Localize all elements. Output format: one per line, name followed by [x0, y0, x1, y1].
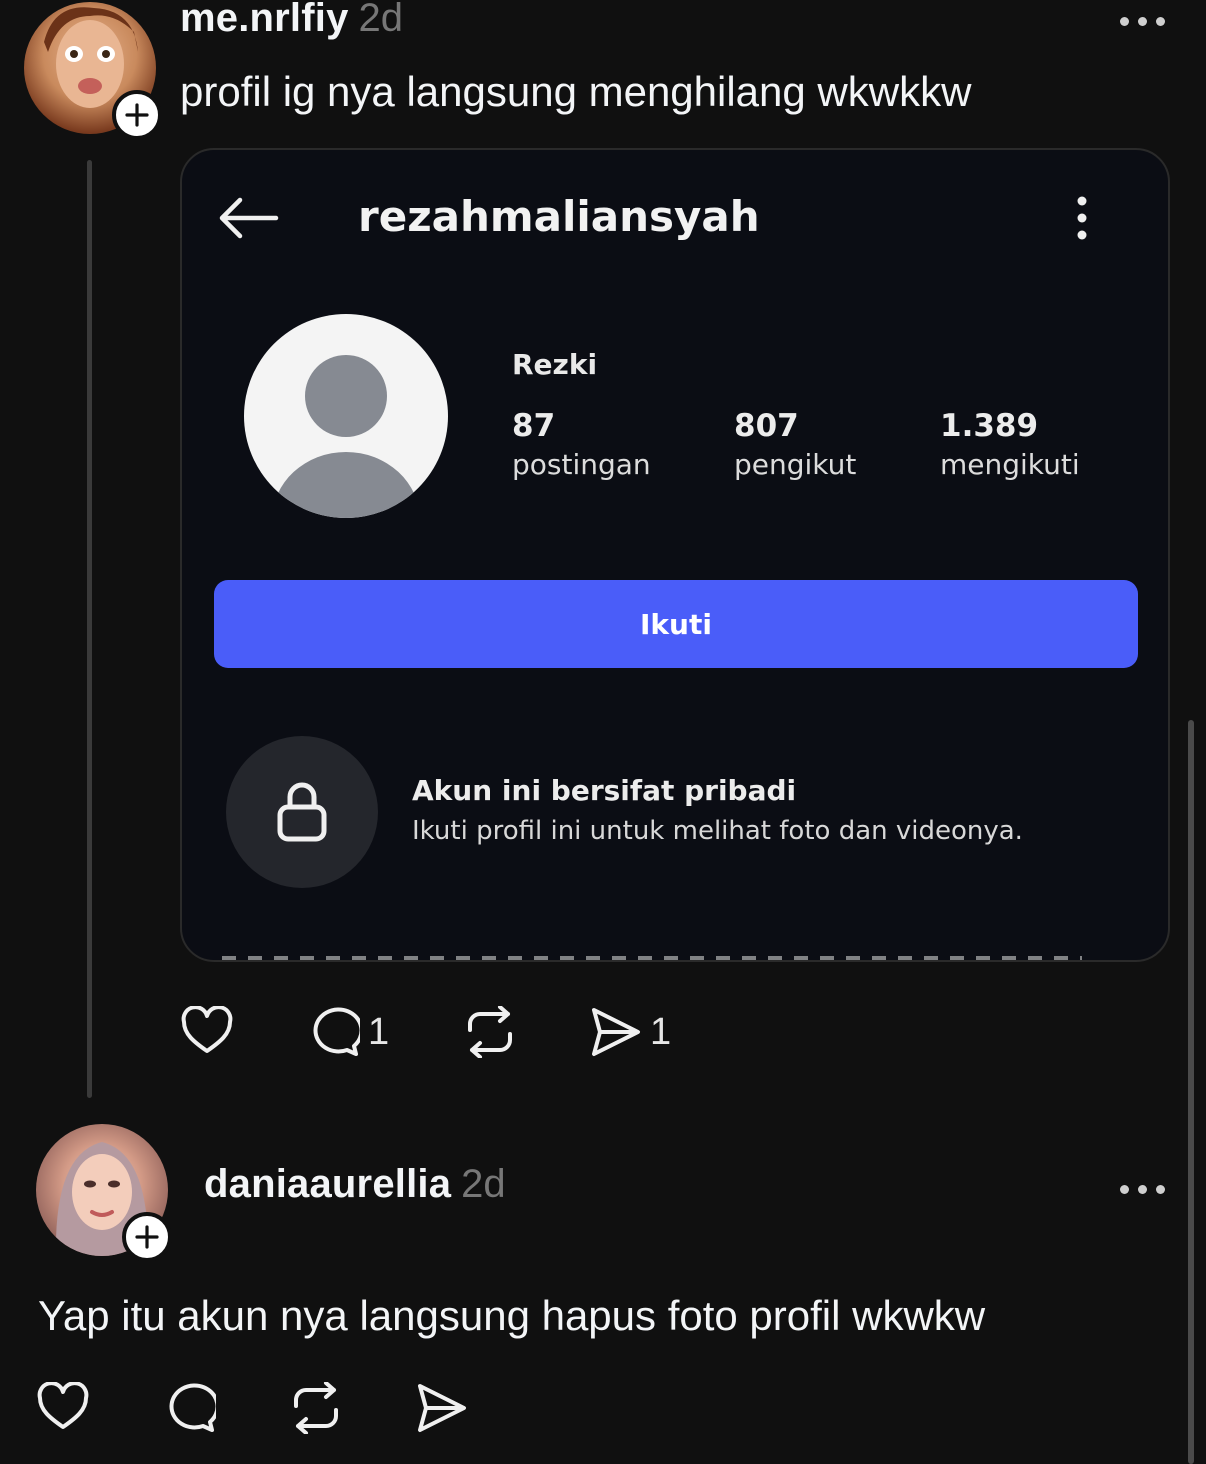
share-count: 1	[650, 1010, 672, 1053]
stat-followers: 807 pengikut	[734, 408, 856, 481]
username[interactable]: daniaaurellia	[204, 1162, 451, 1207]
reply-button[interactable]	[162, 1382, 216, 1434]
share-button[interactable]	[414, 1382, 468, 1434]
scrollbar[interactable]	[1188, 720, 1194, 1464]
reply-button[interactable]: 1	[306, 1006, 389, 1058]
stat-value: 1.389	[940, 408, 1039, 444]
stat-label: postingan	[512, 448, 651, 481]
default-avatar-icon	[272, 355, 420, 518]
plus-icon	[125, 103, 149, 127]
post-text: Yap itu akun nya langsung hapus foto pro…	[38, 1292, 986, 1339]
follow-button: Ikuti	[214, 580, 1138, 668]
clipped-text-fragment	[222, 956, 1082, 960]
share-button[interactable]: 1	[588, 1006, 671, 1058]
heart-icon	[181, 1006, 233, 1053]
lock-icon	[277, 782, 327, 842]
more-icon	[1120, 16, 1129, 26]
stat-value: 807	[734, 408, 799, 444]
like-button[interactable]	[180, 1006, 234, 1056]
more-icon	[1120, 1184, 1129, 1194]
embedded-image[interactable]: rezahmaliansyah Rezki 87 postingan 807 p…	[180, 148, 1170, 962]
ig-username: rezahmaliansyah	[358, 192, 760, 241]
post-header: me.nrlfiy 2d	[180, 0, 403, 46]
share-icon	[418, 1384, 466, 1432]
display-name: Rezki	[512, 348, 598, 381]
comment-icon	[169, 1383, 216, 1432]
heart-icon	[37, 1382, 89, 1429]
back-arrow-icon	[219, 197, 279, 239]
more-options-button[interactable]	[1120, 15, 1165, 27]
stat-posts: 87 postingan	[512, 408, 651, 481]
follow-plus-badge[interactable]	[112, 90, 162, 140]
repost-icon	[294, 1382, 338, 1434]
share-icon	[592, 1008, 640, 1056]
lock-badge	[226, 736, 378, 888]
default-profile-picture	[244, 314, 448, 518]
stat-label: pengikut	[734, 448, 857, 481]
more-options-button[interactable]	[1120, 1183, 1165, 1195]
stat-value: 87	[512, 408, 556, 444]
like-button[interactable]	[36, 1382, 90, 1432]
stat-following: 1.389 mengikuti	[940, 408, 1080, 481]
follow-plus-badge[interactable]	[122, 1212, 172, 1262]
post-text: profil ig nya langsung menghilang wkwkkw	[180, 68, 972, 115]
private-account-subtitle: Ikuti profil ini untuk melihat foto dan …	[412, 816, 1023, 846]
kebab-icon	[1077, 196, 1087, 240]
repost-button[interactable]	[462, 1006, 518, 1058]
repost-button[interactable]	[288, 1382, 344, 1434]
plus-icon	[135, 1225, 159, 1249]
timestamp: 2d	[358, 0, 404, 40]
comment-icon	[313, 1007, 360, 1056]
thread-line	[87, 160, 92, 1098]
post-header: daniaaurellia 2d	[204, 1162, 506, 1212]
stat-label: mengikuti	[940, 448, 1080, 481]
repost-icon	[468, 1006, 512, 1058]
private-account-title: Akun ini bersifat pribadi	[412, 774, 797, 807]
reply-count: 1	[368, 1010, 390, 1053]
timestamp: 2d	[461, 1162, 506, 1206]
username[interactable]: me.nrlfiy	[180, 0, 349, 41]
